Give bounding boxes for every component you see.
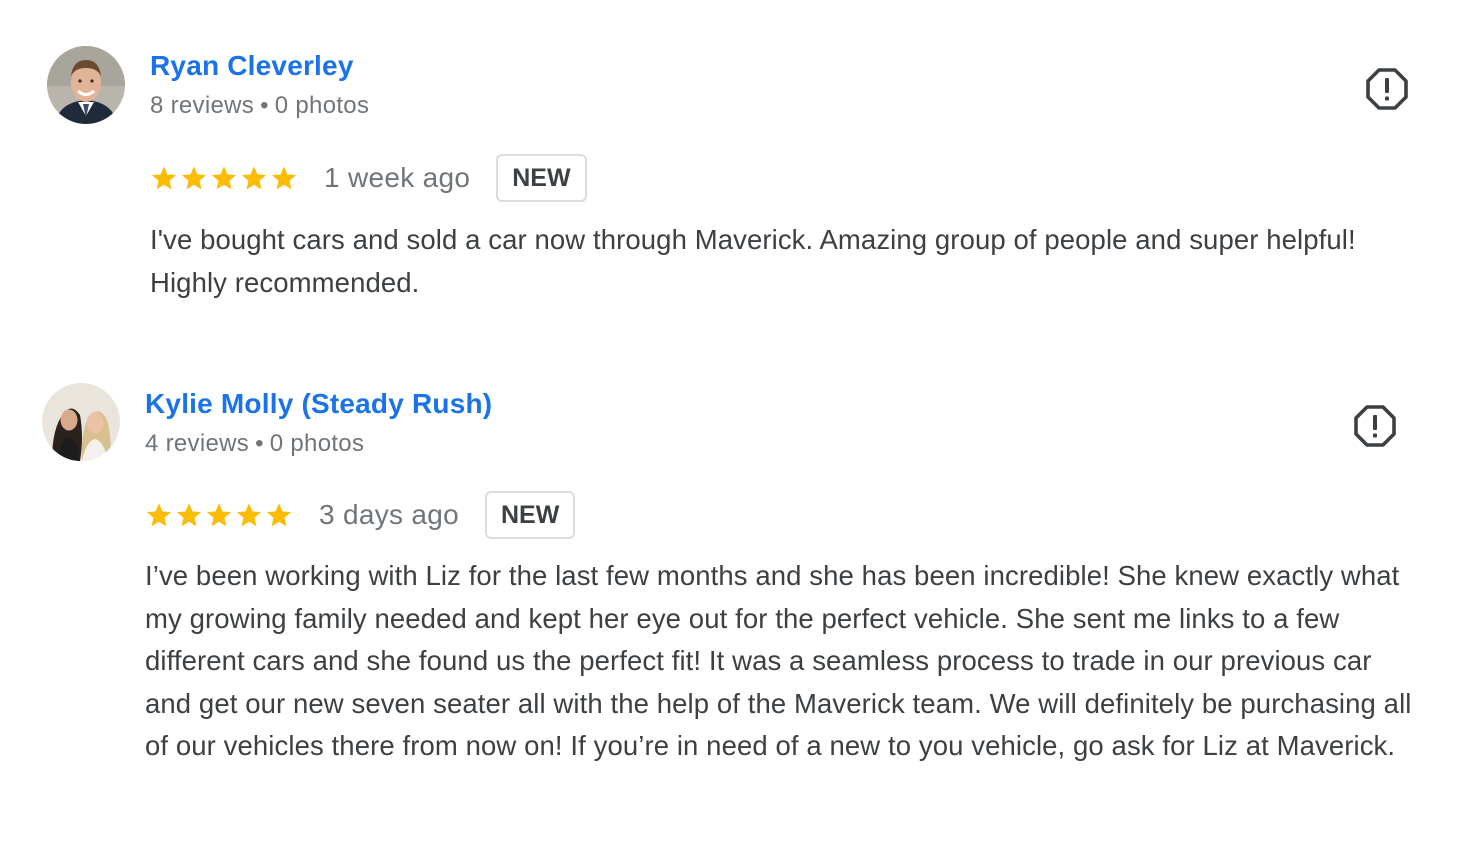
- star-icon: [211, 166, 237, 190]
- review-time: 3 days ago: [319, 499, 459, 530]
- star-icon: [236, 503, 262, 527]
- photos-count: 0 photos: [274, 92, 370, 119]
- rating-row: 1 week ago NEW: [150, 152, 587, 204]
- rating-row: 3 days ago NEW: [145, 489, 576, 541]
- report-flag-icon[interactable]: [1353, 404, 1397, 448]
- star-icon: [241, 166, 267, 190]
- star-icon: [266, 503, 292, 527]
- new-badge: NEW: [485, 491, 576, 539]
- star-icon: [146, 503, 172, 527]
- meta-separator: •: [260, 92, 269, 119]
- avatar[interactable]: [42, 383, 120, 461]
- avatar[interactable]: [47, 46, 125, 124]
- author-name-link[interactable]: Kylie Molly (Steady Rush): [145, 388, 492, 420]
- meta-separator: •: [255, 430, 264, 457]
- star-icon: [151, 166, 177, 190]
- photos-count: 0 photos: [269, 430, 365, 457]
- new-badge: NEW: [496, 154, 587, 202]
- star-rating: [145, 501, 293, 529]
- reviews-count: 8 reviews: [150, 92, 255, 119]
- review-text: I've bought cars and sold a car now thro…: [150, 224, 1356, 298]
- reviews-count: 4 reviews: [145, 430, 250, 457]
- report-flag-icon[interactable]: [1365, 67, 1409, 111]
- star-icon: [176, 503, 202, 527]
- author-meta: 4 reviews • 0 photos: [145, 430, 364, 458]
- author-meta: 8 reviews • 0 photos: [150, 92, 369, 120]
- star-icon: [271, 166, 297, 190]
- star-icon: [181, 166, 207, 190]
- review-time: 1 week ago: [324, 162, 471, 193]
- star-icon: [206, 503, 232, 527]
- review-text: I’ve been working with Liz for the last …: [145, 560, 1412, 761]
- review-card: Ryan Cleverley 8 reviews • 0 photos 1 week…: [0, 0, 1480, 330]
- author-name-link[interactable]: Ryan Cleverley: [150, 50, 354, 82]
- star-rating: [150, 164, 298, 192]
